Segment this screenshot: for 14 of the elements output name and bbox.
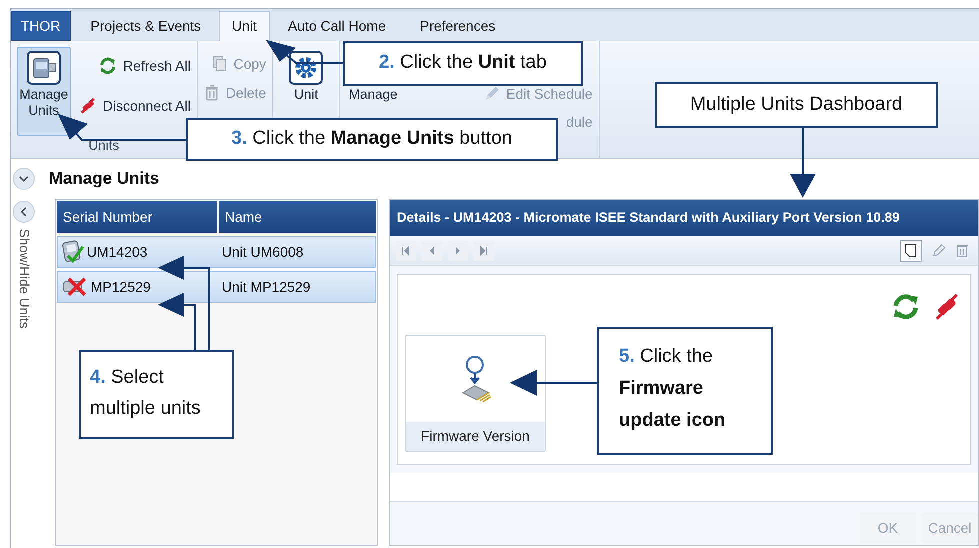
callout-text: 2. Click the Unit tab [378, 51, 548, 76]
table-cell-text: Unit UM6008 [221, 242, 304, 262]
table-cell-text: MP12529 [91, 278, 151, 296]
table-cell-text: Unit MP12529 [221, 278, 311, 296]
callout-text: Multiple Units Dashboard [689, 92, 904, 117]
group-label: Units [88, 137, 120, 155]
callout-text: 3. Click the Manage Units button [230, 127, 514, 152]
table-cell-text: UM14203 [87, 242, 148, 262]
callout-text: 5. Click the Firmware update icon [618, 345, 727, 433]
column-header: Serial Number [57, 201, 217, 233]
panel-title: Details - UM14203 - Micromate ISEE Standard with Auxiliary Port Version 10.89 [390, 200, 978, 236]
column-header: Name [219, 201, 376, 233]
section-title: Manage Units [49, 168, 160, 190]
callout-text: 4. Select multiple units [89, 366, 202, 421]
